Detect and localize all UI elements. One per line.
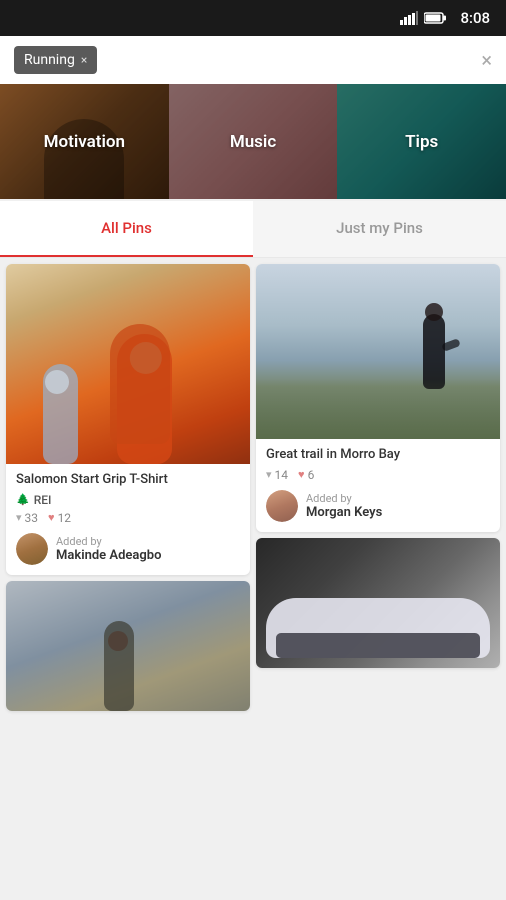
pin-author-2: Added by Morgan Keys bbox=[266, 490, 490, 522]
added-by-label-1: Added by bbox=[56, 535, 161, 548]
battery-icon bbox=[424, 12, 446, 24]
tab-all-pins[interactable]: All Pins bbox=[0, 201, 253, 257]
pin-info-1: Salomon Start Grip T-Shirt 🌲 REI ▾ 33 ♥ … bbox=[6, 464, 250, 575]
pin-count-value-2: 14 bbox=[275, 468, 289, 482]
author-name-1: Makinde Adeagbo bbox=[56, 548, 161, 563]
pin-image-bike-close bbox=[256, 538, 500, 668]
category-tips[interactable]: Tips bbox=[337, 84, 506, 199]
pin-info-2: Great trail in Morro Bay ▾ 14 ♥ 6 bbox=[256, 439, 500, 532]
pin-card-4[interactable] bbox=[256, 538, 500, 668]
pin-card-2[interactable]: Great trail in Morro Bay ▾ 14 ♥ 6 bbox=[256, 264, 500, 532]
status-icons bbox=[400, 11, 446, 25]
tab-all-pins-label: All Pins bbox=[101, 219, 152, 237]
author-info-2: Added by Morgan Keys bbox=[306, 492, 382, 520]
heart-icon-2: ♥ bbox=[298, 468, 305, 481]
category-tips-overlay: Tips bbox=[337, 84, 506, 199]
pin-icon-2: ▾ bbox=[266, 468, 272, 481]
tab-just-my-pins[interactable]: Just my Pins bbox=[253, 201, 506, 257]
pin-stats-2: ▾ 14 ♥ 6 bbox=[266, 468, 490, 482]
tag-close-icon[interactable]: × bbox=[81, 53, 87, 67]
author-name-2: Morgan Keys bbox=[306, 505, 382, 520]
heart-count-2: ♥ 6 bbox=[298, 468, 314, 482]
avatar-morgan bbox=[266, 490, 298, 522]
heart-icon-1: ♥ bbox=[48, 511, 55, 524]
heart-count-value-1: 12 bbox=[58, 511, 72, 525]
search-bar: Running × × bbox=[0, 36, 506, 84]
search-tag-label: Running bbox=[24, 52, 75, 68]
search-clear-icon[interactable]: × bbox=[481, 48, 492, 72]
tabs-row: All Pins Just my Pins bbox=[0, 201, 506, 258]
pin-source-1: 🌲 REI bbox=[16, 493, 240, 507]
category-motivation-label: Motivation bbox=[44, 132, 125, 152]
category-music-overlay: Music bbox=[169, 84, 338, 199]
heart-count-value-2: 6 bbox=[308, 468, 315, 482]
pin-count-2: ▾ 14 bbox=[266, 468, 288, 482]
pin-image-runner-red bbox=[6, 264, 250, 464]
status-bar: 8:08 bbox=[0, 0, 506, 36]
category-music[interactable]: Music bbox=[169, 84, 338, 199]
right-pin-column: Great trail in Morro Bay ▾ 14 ♥ 6 bbox=[256, 264, 500, 711]
category-music-label: Music bbox=[230, 132, 276, 152]
pin-stats-1: ▾ 33 ♥ 12 bbox=[16, 511, 240, 525]
pin-count-value-1: 33 bbox=[25, 511, 39, 525]
signal-icon bbox=[400, 11, 418, 25]
category-motivation[interactable]: Motivation bbox=[0, 84, 169, 199]
heart-count-1: ♥ 12 bbox=[48, 511, 71, 525]
pin-author-1: Added by Makinde Adeagbo bbox=[16, 533, 240, 565]
author-info-1: Added by Makinde Adeagbo bbox=[56, 535, 161, 563]
search-tag[interactable]: Running × bbox=[14, 46, 97, 74]
pin-card-3[interactable] bbox=[6, 581, 250, 711]
left-pin-column: Salomon Start Grip T-Shirt 🌲 REI ▾ 33 ♥ … bbox=[6, 264, 250, 711]
source-tree-icon: 🌲 bbox=[16, 493, 30, 506]
pin-card-1[interactable]: Salomon Start Grip T-Shirt 🌲 REI ▾ 33 ♥ … bbox=[6, 264, 250, 575]
time-display: 8:08 bbox=[460, 9, 490, 27]
pin-title-2: Great trail in Morro Bay bbox=[266, 447, 490, 464]
pin-title-1: Salomon Start Grip T-Shirt bbox=[16, 472, 240, 489]
pin-image-runner-small bbox=[6, 581, 250, 711]
category-row: Motivation Music Tips bbox=[0, 84, 506, 199]
category-tips-label: Tips bbox=[405, 132, 438, 152]
category-motivation-overlay: Motivation bbox=[0, 84, 169, 199]
pin-icon-1: ▾ bbox=[16, 511, 22, 524]
pin-count-1: ▾ 33 bbox=[16, 511, 38, 525]
tab-just-my-pins-label: Just my Pins bbox=[336, 219, 423, 237]
avatar-makinde bbox=[16, 533, 48, 565]
pins-grid: Salomon Start Grip T-Shirt 🌲 REI ▾ 33 ♥ … bbox=[0, 258, 506, 711]
added-by-label-2: Added by bbox=[306, 492, 382, 505]
source-name-1: REI bbox=[34, 493, 52, 507]
pin-image-trail-runner bbox=[256, 264, 500, 439]
